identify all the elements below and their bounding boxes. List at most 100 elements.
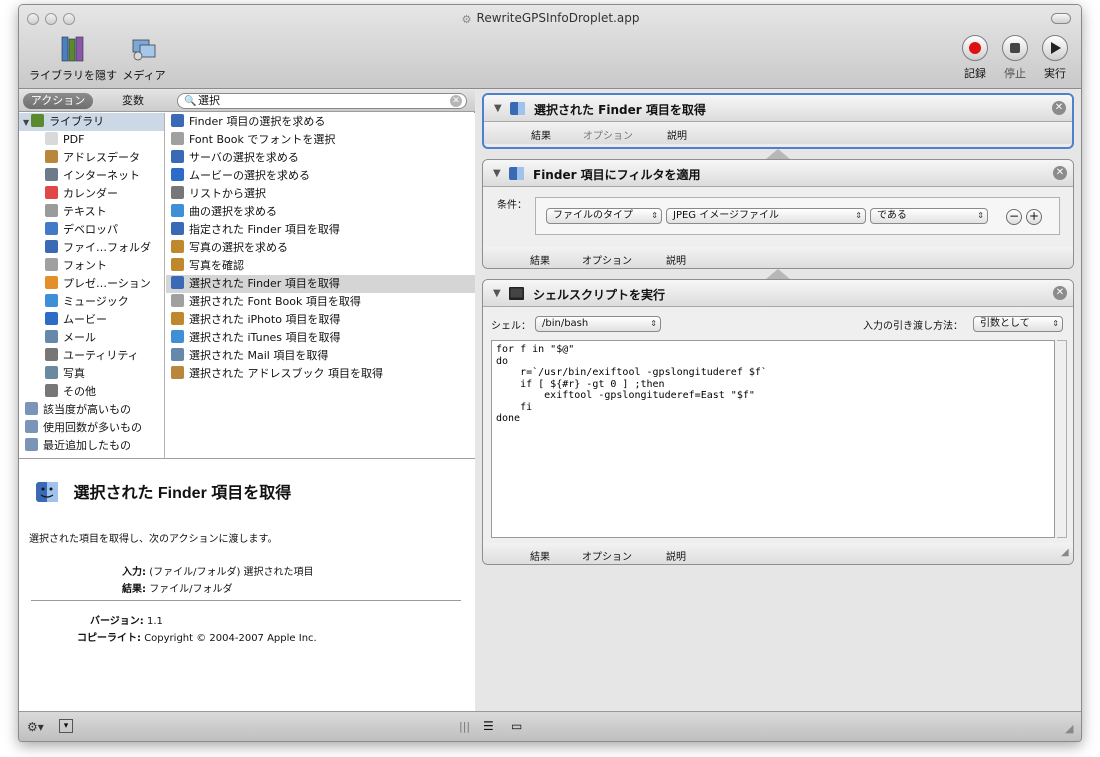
action-list-item[interactable]: 曲の選択を求める	[166, 203, 475, 221]
library-item[interactable]: アドレスデータ	[19, 149, 164, 167]
library-item[interactable]: インターネット	[19, 167, 164, 185]
font-icon	[45, 258, 58, 271]
action-list-item[interactable]: 選択された iTunes 項目を取得	[166, 329, 475, 347]
action-card-get-selected-finder-items[interactable]: ▼ 選択された Finder 項目を取得 ✕ 結果 オプション 説明	[482, 93, 1074, 149]
action-list-item[interactable]: 選択された iPhoto 項目を取得	[166, 311, 475, 329]
library-item[interactable]: ▼ ライブラリ	[19, 113, 164, 131]
description-button[interactable]: 説明	[666, 548, 686, 563]
action-list-item[interactable]: サーバの選択を求める	[166, 149, 475, 167]
action-list-item[interactable]: 指定された Finder 項目を取得	[166, 221, 475, 239]
media-button[interactable]: メディア	[121, 35, 167, 83]
action-card-run-shell-script[interactable]: ▼ シェルスクリプトを実行 ✕ シェル： /bin/bash ⇕ 入力の引き渡し方…	[482, 279, 1074, 565]
library-item[interactable]: デベロッパ	[19, 221, 164, 239]
shell-select[interactable]: /bin/bash ⇕	[535, 316, 661, 332]
toolbar-toggle-button[interactable]	[1051, 13, 1071, 24]
list-view-icon[interactable]: ☰	[483, 719, 494, 733]
tab-variables[interactable]: 変数	[111, 93, 155, 109]
remove-action-icon[interactable]: ✕	[1053, 286, 1067, 300]
finder-icon	[171, 114, 184, 127]
action-list-item-label: 曲の選択を求める	[189, 205, 277, 218]
action-list-item[interactable]: 選択された Finder 項目を取得	[166, 275, 475, 293]
stop-button[interactable]: 停止	[999, 35, 1031, 81]
resize-grip-icon[interactable]: ◢	[1061, 547, 1069, 558]
disclosure-triangle-icon[interactable]: ▼	[494, 103, 502, 114]
filter-value-select[interactable]: JPEG イメージファイル ⇕	[666, 208, 866, 224]
script-scrollbar[interactable]	[1057, 340, 1067, 538]
search-input[interactable]: 選択	[198, 94, 220, 107]
search-field[interactable]: 🔍 選択 ✕	[177, 93, 467, 109]
action-list-item[interactable]: リストから選択	[166, 185, 475, 203]
action-list-item[interactable]: 選択された アドレスブック 項目を取得	[166, 365, 475, 383]
library-item[interactable]: 写真	[19, 365, 164, 383]
input-method-select[interactable]: 引数として ⇕	[973, 316, 1063, 332]
disclosure-triangle-icon[interactable]: ▼	[23, 118, 29, 127]
library-item-label: PDF	[63, 133, 85, 146]
library-item[interactable]: メール	[19, 329, 164, 347]
remove-action-icon[interactable]: ✕	[1052, 101, 1066, 115]
run-button[interactable]: 実行	[1039, 35, 1071, 81]
library-item[interactable]: フォント	[19, 257, 164, 275]
gear-menu-icon[interactable]: ⚙▾	[27, 720, 44, 734]
hide-library-button[interactable]: ライブラリを隠す	[29, 35, 117, 83]
library-item[interactable]: ムービー	[19, 311, 164, 329]
library-item[interactable]: PDF	[19, 131, 164, 149]
remove-action-icon[interactable]: ✕	[1053, 166, 1067, 180]
pdf-icon	[45, 132, 58, 145]
library-item-label: カレンダー	[63, 187, 118, 200]
remove-condition-button[interactable]: −	[1006, 209, 1022, 225]
description-button[interactable]: 説明	[666, 252, 686, 267]
mail-icon	[45, 330, 58, 343]
card-body: 条件： ファイルのタイプ ⇕ JPEG イメージファイル ⇕ である ⇕ − +	[483, 187, 1073, 247]
library-item[interactable]: ユーティリティ	[19, 347, 164, 365]
options-button[interactable]: オプション	[582, 548, 632, 563]
library-item-label: デベロッパ	[63, 223, 118, 236]
options-button[interactable]: オプション	[583, 127, 633, 142]
action-list-item-label: 選択された アドレスブック 項目を取得	[189, 367, 383, 380]
options-button[interactable]: オプション	[582, 252, 632, 267]
log-view-icon[interactable]: ▭	[511, 719, 522, 733]
results-button[interactable]: 結果	[530, 252, 550, 267]
action-list-item[interactable]: ムービーの選択を求める	[166, 167, 475, 185]
action-list-item[interactable]: 選択された Mail 項目を取得	[166, 347, 475, 365]
internet-icon	[45, 168, 58, 181]
results-button[interactable]: 結果	[531, 127, 551, 142]
library-item[interactable]: カレンダー	[19, 185, 164, 203]
split-handle-icon[interactable]: |||	[459, 720, 470, 733]
smart-folder-icon	[25, 420, 38, 433]
add-condition-button[interactable]: +	[1026, 209, 1042, 225]
clear-search-icon[interactable]: ✕	[450, 95, 462, 107]
record-button[interactable]: 記録	[959, 35, 991, 81]
action-list: Finder 項目の選択を求める Font Book でフォントを選択 サーバの選択…	[166, 113, 475, 458]
utility-icon	[171, 186, 184, 199]
library-item[interactable]: プレゼ…ーション	[19, 275, 164, 293]
action-card-filter-finder-items[interactable]: ▼ Finder 項目にフィルタを適用 ✕ 条件： ファイルのタイプ ⇕ JPEG…	[482, 159, 1074, 269]
action-list-item[interactable]: Finder 項目の選択を求める	[166, 113, 475, 131]
disclosure-triangle-icon[interactable]: ▼	[493, 168, 501, 179]
results-button[interactable]: 結果	[530, 548, 550, 563]
library-item[interactable]: 最近追加したもの	[19, 437, 164, 455]
filter-attribute-select[interactable]: ファイルのタイプ ⇕	[546, 208, 662, 224]
library-item[interactable]: その他	[19, 383, 164, 401]
action-list-item[interactable]: 写真の選択を求める	[166, 239, 475, 257]
library-item[interactable]: ファイ…フォルダ	[19, 239, 164, 257]
library-item[interactable]: 使用回数が多いもの	[19, 419, 164, 437]
terminal-icon	[509, 287, 524, 300]
action-list-item[interactable]: 写真を確認	[166, 257, 475, 275]
library-item[interactable]: テキスト	[19, 203, 164, 221]
description-button[interactable]: 説明	[667, 127, 687, 142]
disclosure-triangle-icon[interactable]: ▼	[493, 288, 501, 299]
calendar-icon	[45, 186, 58, 199]
tab-actions[interactable]: アクション	[23, 93, 93, 109]
action-list-item-label: 選択された iTunes 項目を取得	[189, 331, 341, 344]
window-resize-icon[interactable]: ◢	[1065, 722, 1073, 735]
info-panel-toggle-icon[interactable]: ▾	[59, 719, 73, 733]
script-editor[interactable]: for f in "$@" do r=`/usr/bin/exiftool -g…	[491, 340, 1055, 538]
library-item[interactable]: 該当度が高いもの	[19, 401, 164, 419]
stop-icon	[1002, 35, 1028, 61]
filter-operator-select[interactable]: である ⇕	[870, 208, 988, 224]
library-item-label: ミュージック	[63, 295, 129, 308]
library-item[interactable]: ミュージック	[19, 293, 164, 311]
action-list-item[interactable]: 選択された Font Book 項目を取得	[166, 293, 475, 311]
workflow-pane: ▼ 選択された Finder 項目を取得 ✕ 結果 オプション 説明 ▼ Fin…	[476, 90, 1081, 711]
action-list-item[interactable]: Font Book でフォントを選択	[166, 131, 475, 149]
